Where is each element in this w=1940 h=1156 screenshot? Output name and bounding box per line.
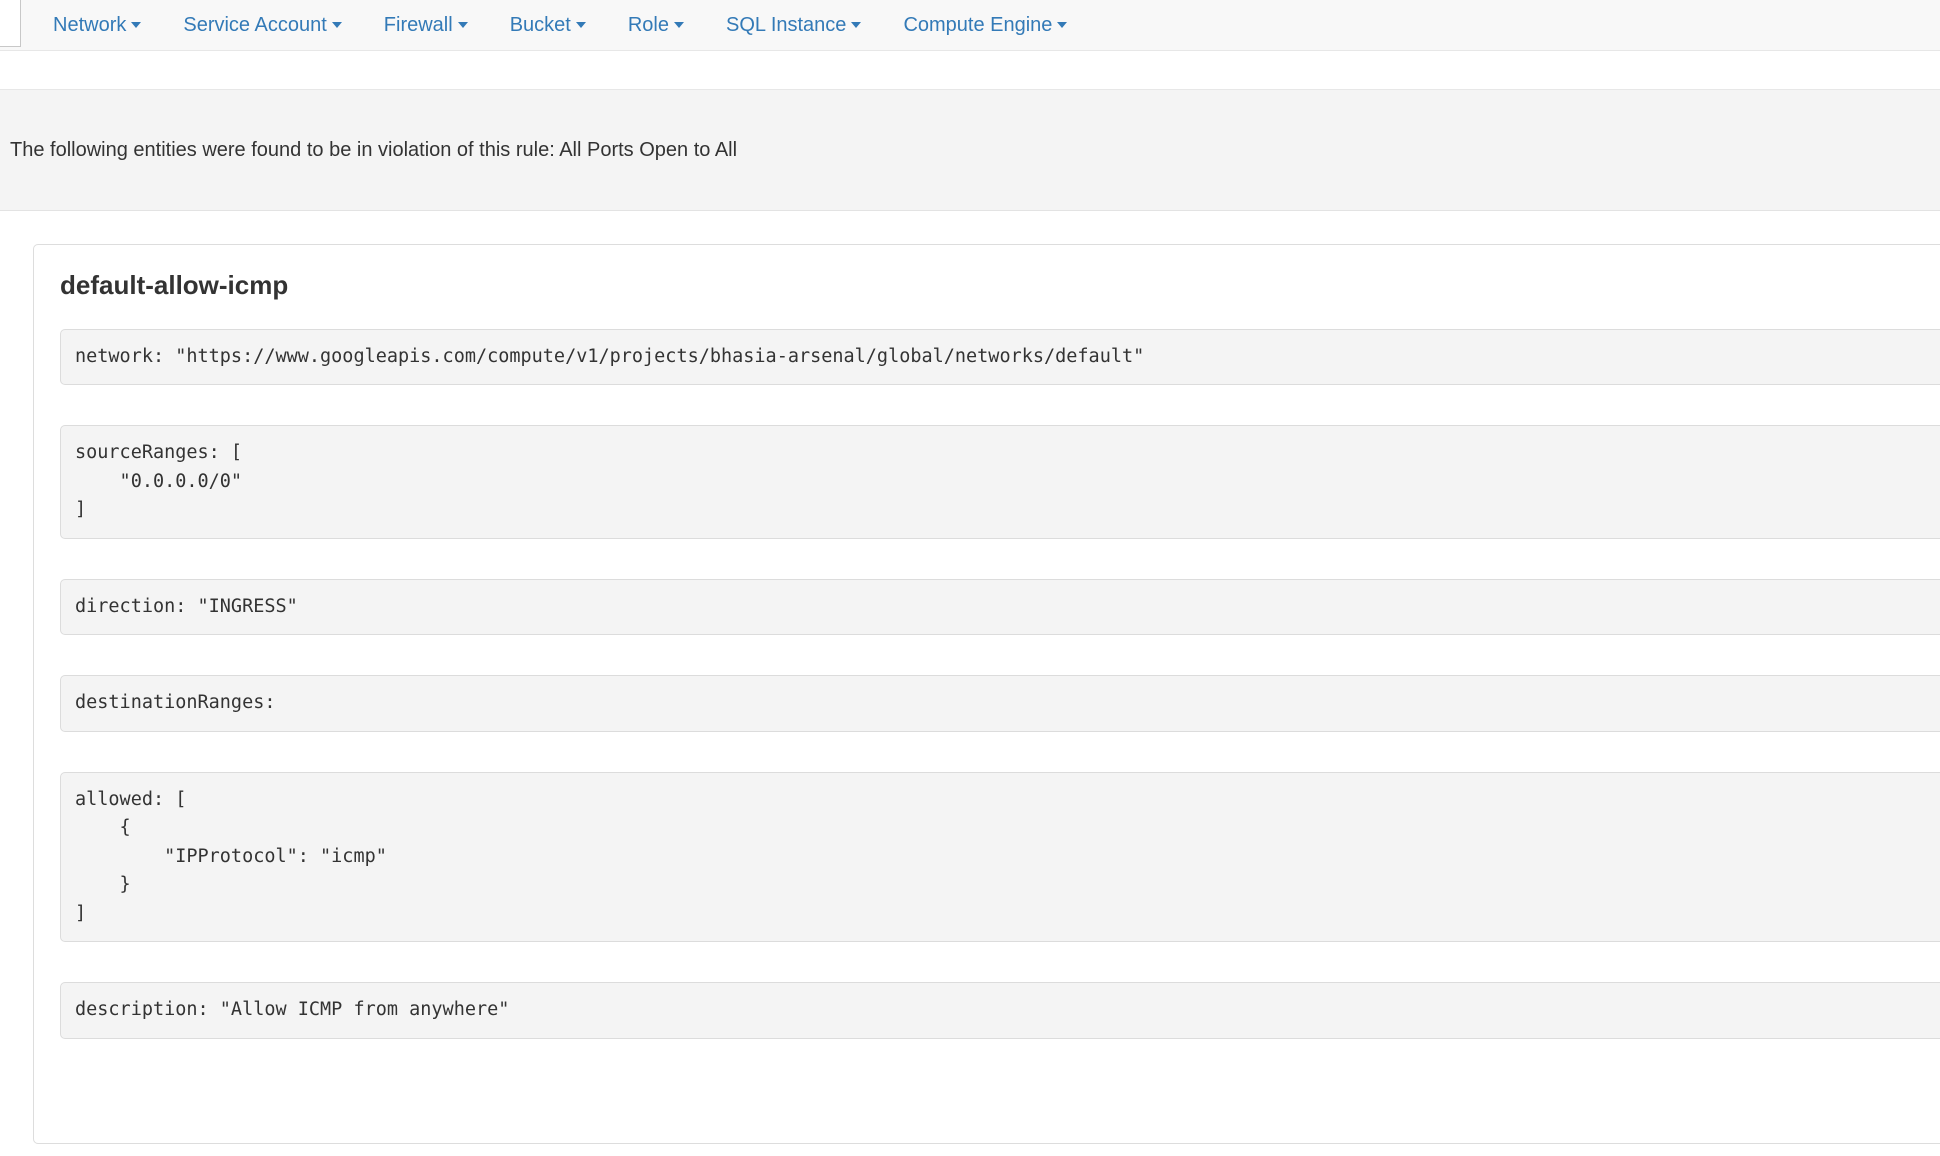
nav-menu-list: Network Service Account Firewall Bucket … bbox=[0, 0, 1940, 50]
nav-link-service-account[interactable]: Service Account bbox=[162, 0, 362, 50]
entity-title: default-allow-icmp bbox=[60, 271, 1940, 300]
nav-item-compute-engine[interactable]: Compute Engine bbox=[882, 0, 1088, 50]
chevron-down-icon bbox=[131, 22, 141, 28]
chevron-down-icon bbox=[851, 22, 861, 28]
nav-label-bucket: Bucket bbox=[510, 14, 571, 36]
nav-label-compute-engine: Compute Engine bbox=[903, 14, 1052, 36]
nav-item-sql-instance[interactable]: SQL Instance bbox=[705, 0, 882, 50]
nav-link-role[interactable]: Role bbox=[607, 0, 705, 50]
chevron-down-icon bbox=[332, 22, 342, 28]
code-block-description: description: "Allow ICMP from anywhere" bbox=[60, 982, 1940, 1039]
code-block-source-ranges: sourceRanges: [ "0.0.0.0/0" ] bbox=[60, 425, 1940, 539]
main-content-area: default-allow-icmp network: "https://www… bbox=[0, 211, 1940, 1144]
code-block-direction: direction: "INGRESS" bbox=[60, 579, 1940, 636]
violation-message: The following entities were found to be … bbox=[10, 136, 737, 164]
brand-logo-stub[interactable] bbox=[0, 0, 21, 47]
entity-card: default-allow-icmp network: "https://www… bbox=[33, 244, 1940, 1144]
code-block-destination-ranges: destinationRanges: bbox=[60, 675, 1940, 732]
chevron-down-icon bbox=[674, 22, 684, 28]
code-block-network: network: "https://www.googleapis.com/com… bbox=[60, 329, 1940, 386]
top-navigation-bar: Network Service Account Firewall Bucket … bbox=[0, 0, 1940, 51]
chevron-down-icon bbox=[576, 22, 586, 28]
chevron-down-icon bbox=[458, 22, 468, 28]
nav-label-network: Network bbox=[53, 14, 126, 36]
nav-item-service-account[interactable]: Service Account bbox=[162, 0, 362, 50]
content-spacer bbox=[0, 51, 1940, 90]
nav-label-firewall: Firewall bbox=[384, 14, 453, 36]
nav-link-sql-instance[interactable]: SQL Instance bbox=[705, 0, 882, 50]
nav-label-service-account: Service Account bbox=[183, 14, 326, 36]
nav-link-network[interactable]: Network bbox=[32, 0, 162, 50]
nav-item-network[interactable]: Network bbox=[32, 0, 162, 50]
nav-link-compute-engine[interactable]: Compute Engine bbox=[882, 0, 1088, 50]
nav-item-firewall[interactable]: Firewall bbox=[363, 0, 489, 50]
nav-item-role[interactable]: Role bbox=[607, 0, 705, 50]
nav-item-bucket[interactable]: Bucket bbox=[489, 0, 607, 50]
nav-label-role: Role bbox=[628, 14, 669, 36]
violation-banner: The following entities were found to be … bbox=[0, 90, 1940, 211]
code-block-allowed: allowed: [ { "IPProtocol": "icmp" } ] bbox=[60, 772, 1940, 943]
nav-label-sql-instance: SQL Instance bbox=[726, 14, 846, 36]
nav-link-bucket[interactable]: Bucket bbox=[489, 0, 607, 50]
nav-link-firewall[interactable]: Firewall bbox=[363, 0, 489, 50]
chevron-down-icon bbox=[1057, 22, 1067, 28]
